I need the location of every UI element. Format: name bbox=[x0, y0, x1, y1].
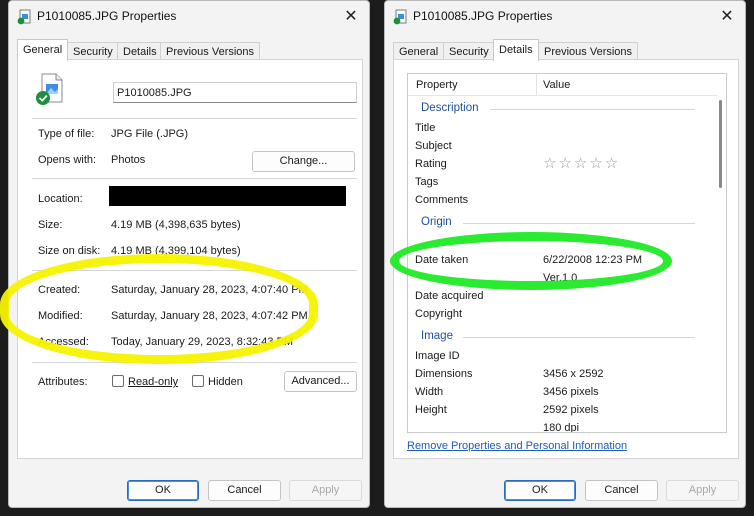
divider bbox=[32, 270, 357, 271]
height-value: 2592 pixels bbox=[543, 404, 599, 416]
group-divider bbox=[490, 109, 695, 110]
column-property[interactable]: Property bbox=[416, 79, 458, 91]
tab-previous-versions[interactable]: Previous Versions bbox=[538, 42, 639, 60]
apply-button[interactable]: Apply bbox=[289, 480, 362, 501]
divider bbox=[32, 178, 357, 179]
file-properties-icon bbox=[17, 9, 31, 25]
prop-date-acquired[interactable]: Date acquired bbox=[415, 290, 484, 302]
accessed-label: Accessed: bbox=[38, 336, 89, 348]
location-value-redacted bbox=[109, 186, 346, 206]
column-value[interactable]: Value bbox=[543, 79, 570, 91]
width-value: 3456 pixels bbox=[543, 386, 599, 398]
prop-image-id[interactable]: Image ID bbox=[415, 350, 460, 362]
tab-previous-versions[interactable]: Previous Versions bbox=[160, 42, 261, 60]
modified-value: Saturday, January 28, 2023, 4:07:42 PM bbox=[111, 310, 308, 322]
window-title: P1010085.JPG Properties bbox=[413, 9, 553, 23]
title-bar: P1010085.JPG Properties ✕ bbox=[9, 1, 369, 33]
divider bbox=[32, 362, 357, 363]
prop-tags[interactable]: Tags bbox=[415, 176, 438, 188]
jpg-file-icon bbox=[36, 73, 63, 105]
prop-comments[interactable]: Comments bbox=[415, 194, 468, 206]
group-image: Image bbox=[421, 330, 453, 342]
created-value: Saturday, January 28, 2023, 4:07:40 PM bbox=[111, 284, 308, 296]
scrollbar-thumb[interactable] bbox=[719, 100, 722, 188]
date-taken-value: 6/22/2008 12:23 PM bbox=[543, 254, 643, 266]
created-label: Created: bbox=[38, 284, 81, 296]
property-list[interactable]: Property Value Description Title Subject… bbox=[407, 73, 727, 433]
divider bbox=[32, 118, 357, 119]
group-origin: Origin bbox=[421, 216, 452, 228]
remove-properties-link[interactable]: Remove Properties and Personal Informati… bbox=[407, 440, 627, 452]
size-label: Size: bbox=[38, 219, 63, 231]
rating-stars[interactable]: ☆☆☆☆☆ bbox=[543, 154, 620, 172]
list-header: Property Value bbox=[408, 74, 718, 96]
prop-date-taken[interactable]: Date taken bbox=[415, 254, 468, 266]
file-name-field[interactable]: P1010085.JPG bbox=[113, 82, 357, 103]
prop-subject[interactable]: Subject bbox=[415, 140, 452, 152]
type-value: JPG File (.JPG) bbox=[111, 128, 189, 140]
prop-width[interactable]: Width bbox=[415, 386, 443, 398]
prop-title[interactable]: Title bbox=[415, 122, 435, 134]
group-divider bbox=[463, 337, 695, 338]
dimensions-value: 3456 x 2592 bbox=[543, 368, 604, 380]
apply-button[interactable]: Apply bbox=[666, 480, 739, 501]
tab-security[interactable]: Security bbox=[67, 42, 119, 60]
tab-details[interactable]: Details bbox=[117, 42, 163, 60]
tab-general[interactable]: General bbox=[393, 42, 445, 60]
cancel-button[interactable]: Cancel bbox=[585, 480, 658, 501]
tab-details[interactable]: Details bbox=[493, 39, 539, 61]
size-value: 4.19 MB (4,398,635 bytes) bbox=[111, 219, 241, 231]
file-properties-icon bbox=[393, 9, 407, 25]
program-name-value: Ver.1.0 bbox=[543, 272, 578, 284]
horizontal-resolution-value: 180 dpi bbox=[543, 422, 580, 433]
modified-label: Modified: bbox=[38, 310, 83, 322]
attributes-label: Attributes: bbox=[38, 376, 88, 388]
window-title: P1010085.JPG Properties bbox=[37, 9, 177, 23]
close-icon: ✕ bbox=[720, 8, 734, 25]
readonly-checkbox[interactable] bbox=[112, 375, 124, 387]
prop-height[interactable]: Height bbox=[415, 404, 447, 416]
hidden-label[interactable]: Hidden bbox=[208, 376, 243, 388]
hidden-checkbox[interactable] bbox=[192, 375, 204, 387]
size-on-disk-value: 4.19 MB (4,399,104 bytes) bbox=[111, 245, 241, 257]
tab-general[interactable]: General bbox=[17, 39, 69, 61]
group-description: Description bbox=[421, 102, 479, 114]
opens-with-label: Opens with: bbox=[38, 154, 97, 166]
title-bar: P1010085.JPG Properties ✕ bbox=[385, 1, 745, 33]
location-label: Location: bbox=[38, 193, 83, 205]
group-divider bbox=[463, 223, 695, 224]
prop-rating[interactable]: Rating bbox=[415, 158, 447, 170]
details-panel: Property Value Description Title Subject… bbox=[393, 59, 739, 459]
properties-window-details: P1010085.JPG Properties ✕ General Securi… bbox=[384, 0, 746, 508]
properties-window-general: P1010085.JPG Properties ✕ General Securi… bbox=[8, 0, 370, 508]
ok-button[interactable]: OK bbox=[127, 480, 199, 501]
close-icon: ✕ bbox=[344, 8, 358, 25]
close-button[interactable]: ✕ bbox=[717, 7, 737, 27]
cancel-button[interactable]: Cancel bbox=[208, 480, 281, 501]
prop-copyright[interactable]: Copyright bbox=[415, 308, 462, 320]
close-button[interactable]: ✕ bbox=[341, 7, 361, 27]
type-label: Type of file: bbox=[38, 128, 95, 140]
ok-button[interactable]: OK bbox=[504, 480, 576, 501]
advanced-button[interactable]: Advanced... bbox=[284, 371, 357, 392]
prop-dimensions[interactable]: Dimensions bbox=[415, 368, 472, 380]
readonly-label[interactable]: Read-only bbox=[128, 376, 178, 388]
change-button[interactable]: Change... bbox=[252, 151, 355, 172]
general-panel: P1010085.JPG Type of file: JPG File (.JP… bbox=[17, 59, 363, 459]
opens-with-value: Photos bbox=[111, 154, 146, 166]
tab-security[interactable]: Security bbox=[443, 42, 495, 60]
size-on-disk-label: Size on disk: bbox=[38, 245, 101, 257]
accessed-value: Today, January 29, 2023, 8:32:43 PM bbox=[111, 336, 294, 348]
